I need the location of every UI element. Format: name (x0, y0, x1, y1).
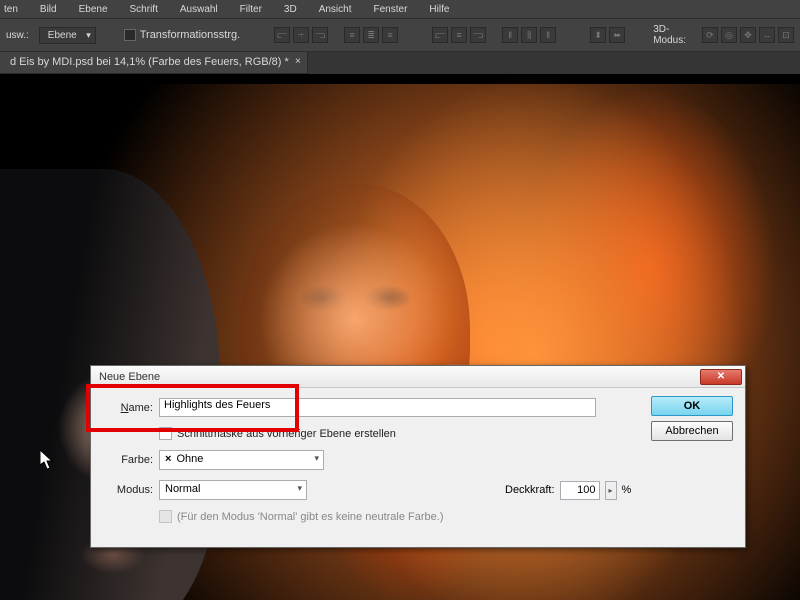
menu-item[interactable]: Bild (40, 4, 57, 15)
dialog-buttons: OK Abbrechen (651, 396, 733, 441)
arrange-icons: ⬍ ⬌ (590, 27, 625, 43)
clipmask-label: Schnittmaske aus vorheriger Ebene erstel… (177, 428, 396, 440)
transform-controls-label: Transformationsstrg. (140, 29, 240, 41)
align-vertical-centers-icon[interactable]: 🞡 (293, 27, 309, 43)
distribute-right-icon[interactable]: ‖ (540, 27, 556, 43)
modus-dropdown[interactable]: Normal (159, 480, 307, 500)
modus-row: Modus: Normal Deckkraft: 100 ▸ % (103, 480, 733, 500)
layer-dropdown[interactable]: Ebene (39, 27, 96, 44)
align-horizontal-centers-icon[interactable]: ≣ (363, 27, 379, 43)
align-bottom-edges-icon[interactable]: ⫎ (312, 27, 328, 43)
farbe-value: Ohne (177, 453, 204, 465)
roll-3d-icon[interactable]: ◎ (721, 27, 737, 43)
align-icons: ⫍ 🞡 ⫎ (274, 27, 328, 43)
farbe-dropdown[interactable]: × Ohne (159, 450, 324, 470)
arrange-icon[interactable]: ⬍ (590, 27, 606, 43)
tab-title: d Eis by MDI.psd bei 14,1% (Farbe des Fe… (10, 56, 289, 68)
distribute-hcenter-icon[interactable]: ⫼ (521, 27, 537, 43)
neutral-row: (Für den Modus 'Normal' gibt es keine ne… (159, 510, 733, 523)
neutral-checkbox-disabled (159, 510, 172, 523)
ok-button[interactable]: OK (651, 396, 733, 416)
neutral-label: (Für den Modus 'Normal' gibt es keine ne… (177, 511, 444, 523)
arrange-icon[interactable]: ⬌ (609, 27, 625, 43)
dialog-body: Name: Highlights des Feuers Schnittmaske… (91, 388, 745, 547)
cancel-button[interactable]: Abbrechen (651, 421, 733, 441)
deckkraft-input[interactable]: 100 (560, 481, 600, 500)
farbe-label: Farbe: (103, 454, 153, 466)
slide-3d-icon[interactable]: ↔ (759, 27, 775, 43)
dialog-titlebar[interactable]: Neue Ebene ✕ (91, 366, 745, 388)
document-tabbar: d Eis by MDI.psd bei 14,1% (Farbe des Fe… (0, 52, 800, 74)
modus-value: Normal (165, 483, 200, 495)
distribute-icons: ⫍ ≡ ⫎ (432, 27, 486, 43)
clipmask-row[interactable]: Schnittmaske aus vorheriger Ebene erstel… (159, 427, 733, 440)
distribute-top-icon[interactable]: ⫍ (432, 27, 448, 43)
distribute-vcenter-icon[interactable]: ≡ (451, 27, 467, 43)
deckkraft-dropdown-icon[interactable]: ▸ (605, 481, 617, 500)
distribute-icons-2: ‖ ⫼ ‖ (502, 27, 556, 43)
option-usw-label: usw.: (6, 30, 29, 41)
dialog-close-button[interactable]: ✕ (700, 369, 742, 385)
align-icons-2: ≡ ≣ ≡ (344, 27, 398, 43)
dialog-title: Neue Ebene (99, 371, 160, 383)
name-row: Name: Highlights des Feuers (103, 398, 733, 417)
menu-item[interactable]: ten (4, 4, 18, 15)
menu-bar: ten Bild Ebene Schrift Auswahl Filter 3D… (0, 0, 800, 18)
checkbox-icon (124, 29, 136, 41)
farbe-none-icon: × (165, 453, 171, 465)
menu-item[interactable]: Auswahl (180, 4, 218, 15)
menu-item[interactable]: Filter (240, 4, 262, 15)
align-left-edges-icon[interactable]: ≡ (344, 27, 360, 43)
tab-close-icon[interactable]: × (295, 56, 301, 67)
menu-item[interactable]: Fenster (374, 4, 408, 15)
menu-item[interactable]: Hilfe (429, 4, 449, 15)
menu-item[interactable]: Ansicht (319, 4, 352, 15)
align-right-edges-icon[interactable]: ≡ (382, 27, 398, 43)
deckkraft-unit: % (622, 484, 632, 496)
options-bar: usw.: Ebene Transformationsstrg. ⫍ 🞡 ⫎ ≡… (0, 18, 800, 52)
deckkraft-label: Deckkraft: (505, 484, 555, 496)
mode3d-label: 3D-Modus: (653, 24, 686, 46)
orbit-3d-icon[interactable]: ⟳ (702, 27, 718, 43)
transform-controls-checkbox[interactable]: Transformationsstrg. (124, 29, 240, 41)
menu-item[interactable]: 3D (284, 4, 297, 15)
new-layer-dialog: Neue Ebene ✕ Name: Highlights des Feuers… (90, 365, 746, 548)
deckkraft-group: Deckkraft: 100 ▸ % (505, 481, 631, 500)
menu-item[interactable]: Ebene (79, 4, 108, 15)
farbe-row: Farbe: × Ohne (103, 450, 733, 470)
align-top-edges-icon[interactable]: ⫍ (274, 27, 290, 43)
modus-label: Modus: (103, 484, 153, 496)
name-input[interactable]: Highlights des Feuers (159, 398, 596, 417)
document-tab[interactable]: d Eis by MDI.psd bei 14,1% (Farbe des Fe… (0, 52, 308, 74)
distribute-left-icon[interactable]: ‖ (502, 27, 518, 43)
pan-3d-icon[interactable]: ✥ (740, 27, 756, 43)
name-label: Name: (103, 402, 153, 414)
distribute-bottom-icon[interactable]: ⫎ (470, 27, 486, 43)
mode3d-icons: ⟳ ◎ ✥ ↔ ⊡ (702, 27, 794, 43)
menu-item[interactable]: Schrift (130, 4, 158, 15)
mouse-cursor-icon (40, 450, 56, 472)
zoom-3d-icon[interactable]: ⊡ (778, 27, 794, 43)
clipmask-checkbox[interactable] (159, 427, 172, 440)
